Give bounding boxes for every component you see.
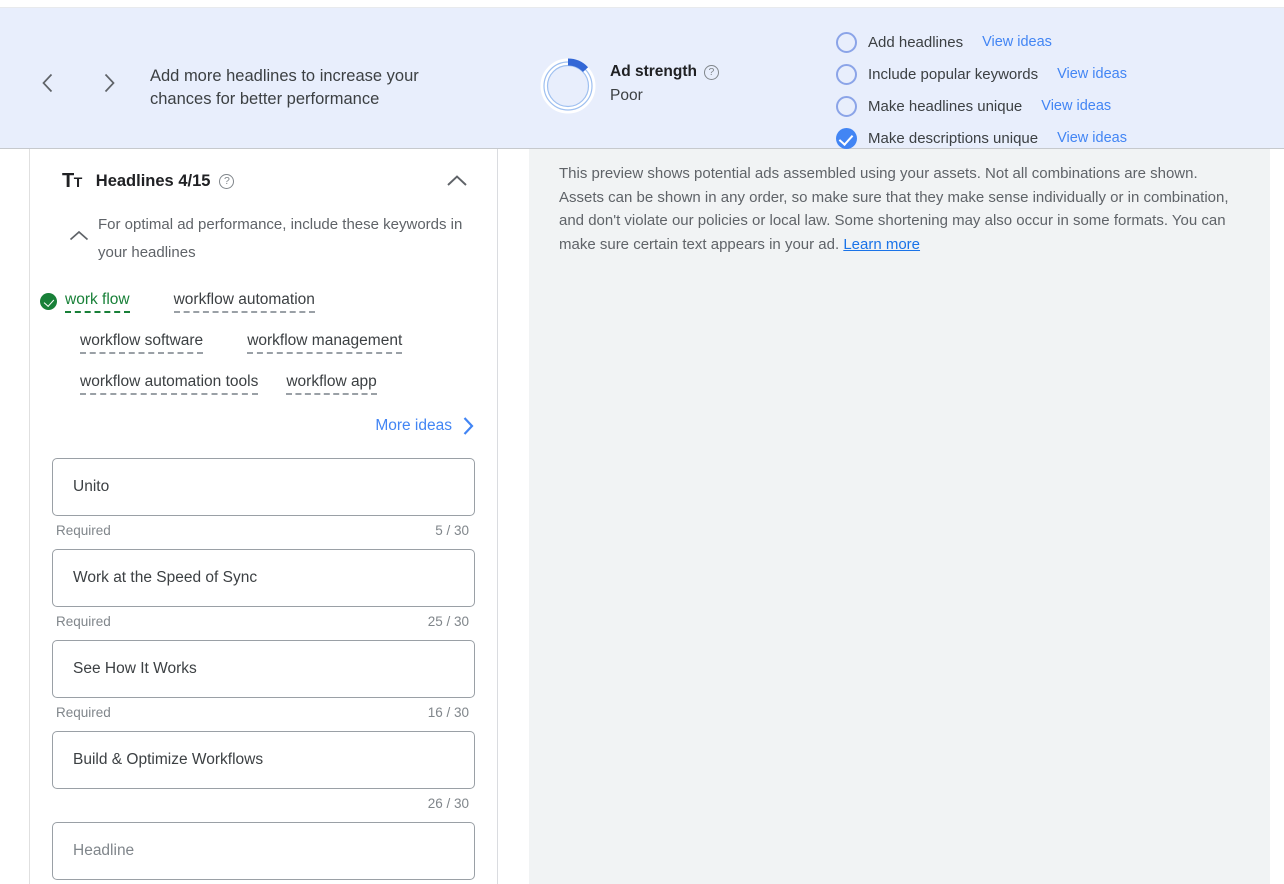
more-ideas-label: More ideas xyxy=(375,417,452,434)
learn-more-link[interactable]: Learn more xyxy=(843,236,920,253)
ad-strength-checklist: Add headlines View ideas Include popular… xyxy=(836,26,1127,154)
left-gutter xyxy=(0,149,30,884)
character-counter: 26 / 30 xyxy=(427,796,469,811)
checkbox-unchecked-icon[interactable] xyxy=(836,63,857,85)
keyword-row: workflow automation tools workflow app xyxy=(80,363,473,404)
headline-input[interactable]: Work at the Speed of Sync xyxy=(52,549,475,607)
window-top-edge xyxy=(0,0,1284,8)
panel-divider xyxy=(498,149,529,884)
headline-input[interactable]: Unito xyxy=(52,458,475,516)
checklist-item-make-descriptions-unique: Make descriptions unique View ideas xyxy=(836,122,1127,154)
headline-field-meta: 26 / 30 xyxy=(52,789,475,820)
headline-field-meta: Required 5 / 30 xyxy=(52,516,475,547)
main-content: TT Headlines 4/15 ? For optimal ad perfo… xyxy=(0,149,1284,884)
ad-strength-value: Poor xyxy=(610,87,643,104)
ad-strength-title: Ad strength ? xyxy=(610,63,719,81)
next-suggestion-button[interactable] xyxy=(98,70,120,96)
ad-strength-indicator: Ad strength ? Poor xyxy=(540,58,719,114)
keyword-suggestions: work flow workflow automation workflow s… xyxy=(30,267,497,404)
chevron-right-icon xyxy=(463,417,474,435)
previous-suggestion-button[interactable] xyxy=(36,70,58,96)
keyword-chip[interactable]: workflow app xyxy=(286,373,377,395)
preview-disclaimer: This preview shows potential ads assembl… xyxy=(559,162,1236,256)
character-counter: 16 / 30 xyxy=(427,705,469,720)
keyword-chip[interactable]: work flow xyxy=(65,291,130,313)
checkbox-unchecked-icon[interactable] xyxy=(836,95,857,117)
headline-field-meta: Required 25 / 30 xyxy=(52,607,475,638)
headline-field-meta: Required 16 / 30 xyxy=(52,698,475,729)
keyword-chip[interactable]: workflow management xyxy=(247,332,403,354)
required-label: Required xyxy=(56,705,111,720)
banner-navigation xyxy=(36,70,120,96)
headline-field-5: Headline xyxy=(52,822,475,880)
headlines-help-icon[interactable]: ? xyxy=(219,173,235,189)
headline-field-list: Unito Required 5 / 30 Work at the Speed … xyxy=(30,436,497,880)
headlines-panel: TT Headlines 4/15 ? For optimal ad perfo… xyxy=(30,149,498,884)
keyword-matched-check-icon xyxy=(40,293,57,310)
keyword-hint-row: For optimal ad performance, include thes… xyxy=(30,195,497,267)
text-format-icon: TT xyxy=(62,169,82,192)
more-ideas-row: More ideas xyxy=(30,404,497,436)
headline-field-4: Build & Optimize Workflows 26 / 30 xyxy=(52,731,475,820)
ad-strength-text: Ad strength ? Poor xyxy=(610,58,719,105)
collapse-keywords-chevron-icon[interactable] xyxy=(68,229,90,243)
ad-strength-help-icon[interactable]: ? xyxy=(703,64,719,80)
view-ideas-link[interactable]: View ideas xyxy=(1057,130,1127,146)
required-label: Required xyxy=(56,523,111,538)
ad-strength-banner: Add more headlines to increase your chan… xyxy=(0,8,1284,149)
headline-input[interactable]: See How It Works xyxy=(52,640,475,698)
collapse-headlines-button[interactable] xyxy=(445,173,475,189)
keyword-chip[interactable]: workflow software xyxy=(80,332,204,354)
checklist-item-add-headlines: Add headlines View ideas xyxy=(836,26,1127,58)
headline-input[interactable]: Build & Optimize Workflows xyxy=(52,731,475,789)
view-ideas-link[interactable]: View ideas xyxy=(1041,98,1111,114)
checklist-item-make-headlines-unique: Make headlines unique View ideas xyxy=(836,90,1127,122)
banner-message: Add more headlines to increase your chan… xyxy=(150,67,419,108)
checklist-item-label: Make descriptions unique xyxy=(868,129,1039,147)
keyword-row: work flow workflow automation xyxy=(40,281,473,322)
checklist-item-label: Add headlines xyxy=(868,33,964,51)
checkbox-checked-icon[interactable] xyxy=(836,127,857,149)
headline-field-3: See How It Works Required 16 / 30 xyxy=(52,640,475,729)
ad-strength-title-label: Ad strength xyxy=(610,63,697,80)
required-label: Required xyxy=(56,614,111,629)
character-counter: 5 / 30 xyxy=(435,523,469,538)
ad-strength-ring xyxy=(540,58,596,114)
headlines-header: TT Headlines 4/15 ? xyxy=(30,149,497,195)
keyword-row: workflow software workflow management xyxy=(80,322,473,363)
page-scrollbar[interactable] xyxy=(1270,149,1284,884)
checkbox-unchecked-icon[interactable] xyxy=(836,31,857,53)
headline-field-2: Work at the Speed of Sync Required 25 / … xyxy=(52,549,475,638)
keyword-chip[interactable]: workflow automation xyxy=(173,291,315,313)
character-counter: 25 / 30 xyxy=(427,614,469,629)
ad-preview-panel: This preview shows potential ads assembl… xyxy=(529,149,1270,884)
keyword-chip[interactable]: workflow automation tools xyxy=(80,373,259,395)
headline-input[interactable]: Headline xyxy=(52,822,475,880)
view-ideas-link[interactable]: View ideas xyxy=(1057,66,1127,82)
headlines-title: Headlines 4/15 xyxy=(95,171,211,190)
view-ideas-link[interactable]: View ideas xyxy=(982,34,1052,50)
checklist-item-include-popular-keywords: Include popular keywords View ideas xyxy=(836,58,1127,90)
more-ideas-button[interactable]: More ideas xyxy=(375,416,475,436)
checklist-item-label: Include popular keywords xyxy=(868,65,1039,83)
keyword-hint-text: For optimal ad performance, include thes… xyxy=(98,216,463,261)
checklist-item-label: Make headlines unique xyxy=(868,97,1023,115)
headline-field-1: Unito Required 5 / 30 xyxy=(52,458,475,547)
